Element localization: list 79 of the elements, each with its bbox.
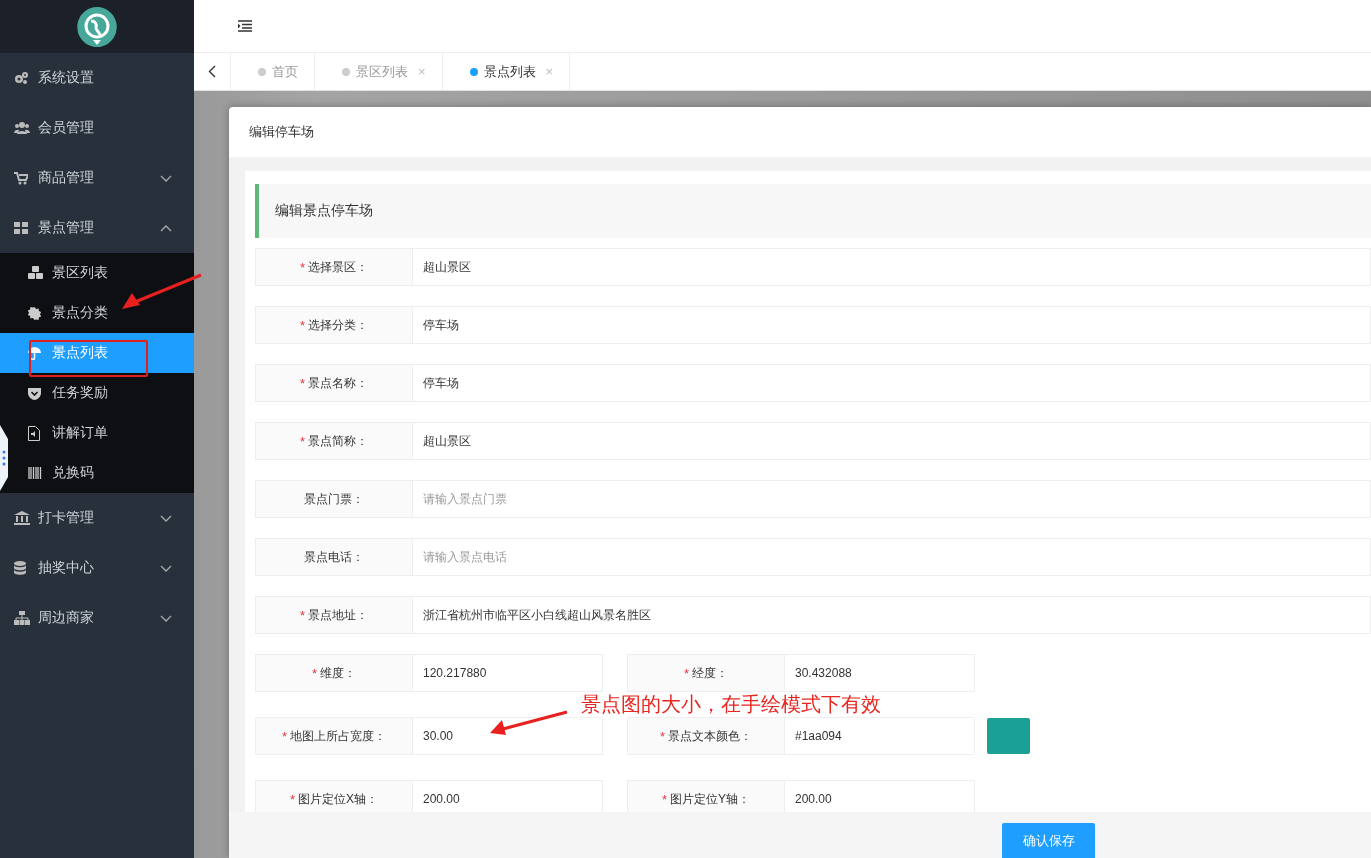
input-field[interactable]: 停车场: [413, 306, 1371, 344]
required-mark: *: [299, 259, 306, 275]
sidebar-item[interactable]: 周边商家: [0, 593, 194, 643]
required-mark: *: [299, 607, 306, 623]
field-label: 选择分类：: [308, 316, 369, 334]
annotation-note: 景点图的大小，在手绘模式下有效: [581, 692, 881, 717]
grid-icon: [14, 221, 28, 235]
required-mark: *: [299, 375, 306, 391]
dialog-title: 编辑停车场: [249, 123, 314, 141]
input-field[interactable]: 200.00: [785, 780, 975, 812]
required-mark: *: [311, 665, 318, 681]
field-label: 景点地址：: [308, 606, 369, 624]
menu-icon[interactable]: [238, 20, 252, 32]
logo-icon: [77, 6, 117, 47]
badge-icon: [28, 306, 41, 320]
chevron-down-icon: [160, 614, 172, 622]
field-label: 选择景区：: [308, 258, 369, 276]
input-field[interactable]: 超山景区: [413, 248, 1371, 286]
field-label: 图片定位X轴：: [298, 790, 379, 808]
chevron-down-icon: [160, 514, 172, 522]
required-mark: *: [281, 728, 288, 744]
barcode-icon: [28, 467, 42, 479]
field-label: 景点文本颜色：: [668, 727, 753, 745]
sidebar-subitem[interactable]: 讲解订单: [10, 413, 194, 453]
field-label: 维度：: [320, 664, 357, 682]
required-mark: *: [683, 665, 690, 681]
input-field[interactable]: #1aa094: [785, 717, 975, 755]
sidebar-item[interactable]: 会员管理: [0, 103, 194, 153]
sidebar-subitem[interactable]: 兑换码: [10, 453, 194, 493]
field-label: 景点简称：: [308, 432, 369, 450]
database-icon: [14, 561, 26, 575]
bank-icon: [14, 511, 30, 525]
dot-icon: [342, 67, 350, 76]
sidebar-item[interactable]: 景点管理: [0, 203, 194, 253]
gears-icon: [14, 71, 28, 85]
chevron-left-icon[interactable]: [208, 65, 216, 78]
field-label: 地图上所占宽度：: [290, 727, 387, 745]
input-field[interactable]: 200.00: [413, 780, 603, 812]
field-label: 景点门票：: [304, 490, 364, 508]
chevron-down-icon: [160, 174, 172, 182]
sidebar-item[interactable]: 系统设置: [0, 53, 194, 103]
input-field[interactable]: 超山景区: [413, 422, 1371, 460]
required-mark: *: [659, 728, 666, 744]
sitemap-icon: [14, 611, 30, 625]
audio-file-icon: [28, 425, 40, 441]
dot-icon: [469, 67, 478, 76]
section-title: 编辑景点停车场: [275, 202, 373, 220]
cart-icon: [14, 171, 28, 185]
field-label: 景点电话：: [304, 548, 364, 566]
sidebar-item[interactable]: 抽奖中心: [0, 543, 194, 593]
sidebar-item[interactable]: 商品管理: [0, 153, 194, 203]
input-field[interactable]: 30.432088: [785, 654, 975, 692]
sidebar-subitem[interactable]: 景区列表: [10, 253, 194, 293]
input-field[interactable]: 请输入景点门票: [413, 480, 1371, 518]
chevron-up-icon: [160, 224, 172, 232]
input-field[interactable]: 120.217880: [413, 654, 603, 692]
tab[interactable]: 景点列表 ×: [442, 53, 571, 90]
umbrella-icon: [28, 346, 41, 360]
input-field[interactable]: 浙江省杭州市临平区小白线超山风景名胜区: [413, 596, 1371, 634]
input-field[interactable]: 请输入景点电话: [413, 538, 1371, 576]
sidebar-subitem[interactable]: 景点分类: [10, 293, 194, 333]
required-mark: *: [299, 317, 306, 333]
required-mark: *: [299, 433, 306, 449]
input-field[interactable]: 30.00: [413, 717, 603, 755]
sidebar-subitem[interactable]: 任务奖励: [10, 373, 194, 413]
dot-icon: [258, 67, 266, 76]
sidebar-item[interactable]: 打卡管理: [0, 493, 194, 543]
field-label: 经度：: [692, 664, 729, 682]
required-mark: *: [289, 791, 295, 807]
chevron-down-icon: [160, 564, 172, 572]
cubes-icon: [28, 266, 44, 280]
field-label: 图片定位Y轴：: [670, 790, 751, 808]
field-label: 景点名称：: [308, 374, 369, 392]
input-field[interactable]: 停车场: [413, 364, 1371, 402]
users-icon: [14, 121, 30, 135]
color-swatch[interactable]: [987, 718, 1030, 754]
required-mark: *: [661, 791, 667, 807]
shield-icon: [28, 386, 41, 400]
floating-widget-icon[interactable]: [0, 425, 10, 491]
